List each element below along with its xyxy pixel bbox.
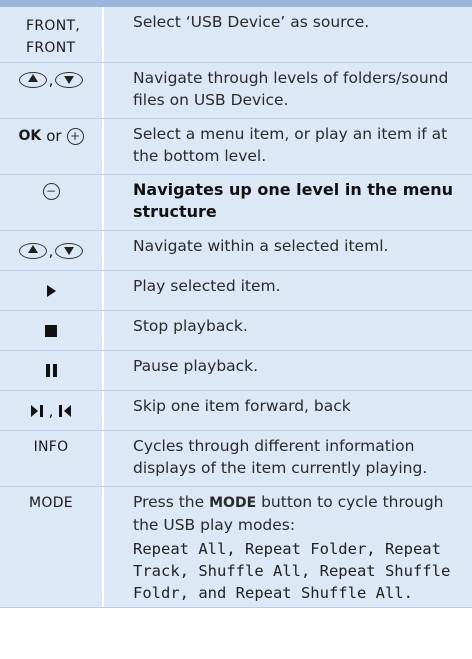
key-cell — [0, 271, 102, 310]
table-row: INFO Cycles through different informatio… — [0, 431, 472, 487]
usb-controls-table: FRONT, FRONT Select ‘USB Device’ as sour… — [0, 7, 472, 608]
up-down-keys: , — [18, 242, 84, 260]
table-row: , Skip one item forward, back — [0, 391, 472, 431]
description-cell: Select ‘USB Device’ as source. — [102, 7, 472, 62]
description-cell: Navigate through levels of folders/sound… — [102, 63, 472, 118]
play-icon — [46, 284, 56, 297]
mode-key-inline: MODE — [209, 495, 257, 511]
key-cell: OK or + — [0, 119, 102, 174]
down-arrow-icon — [55, 242, 84, 259]
key-cell: FRONT, FRONT — [0, 7, 102, 62]
description-cell: Cycles through different information dis… — [102, 431, 472, 486]
description-cell: Press the MODE button to cycle through t… — [102, 487, 472, 607]
table-row: , Navigate through levels of folders/sou… — [0, 63, 472, 119]
table-row: OK or + Select a menu item, or play an i… — [0, 119, 472, 175]
or-label: or — [46, 127, 62, 145]
table-row: FRONT, FRONT Select ‘USB Device’ as sour… — [0, 7, 472, 63]
description-cell: Navigate within a selected iteml. — [102, 231, 472, 270]
mode-key-label: MODE — [29, 495, 73, 511]
description-cell: Navigates up one level in the menu struc… — [102, 175, 472, 230]
header-strip — [0, 0, 472, 7]
skip-back-icon — [59, 404, 72, 417]
ok-keys: OK or + — [18, 127, 84, 145]
description-cell: Select a menu item, or play an item if a… — [102, 119, 472, 174]
pause-icon — [45, 364, 57, 377]
table-row: − Navigates up one level in the menu str… — [0, 175, 472, 231]
table-row: , Navigate within a selected iteml. — [0, 231, 472, 271]
down-arrow-icon — [55, 72, 84, 88]
up-arrow-icon — [18, 242, 47, 259]
table-row: MODE Press the MODE button to cycle thro… — [0, 487, 472, 608]
key-cell: , — [0, 63, 102, 118]
front-key-label: FRONT, FRONT — [26, 18, 81, 56]
key-cell — [0, 311, 102, 350]
table-row: Stop playback. — [0, 311, 472, 351]
stop-icon — [45, 324, 57, 337]
key-cell: , — [0, 231, 102, 270]
key-cell: − — [0, 175, 102, 230]
play-modes-list: Repeat All, Repeat Folder, Repeat Track,… — [133, 540, 451, 602]
skip-keys: , — [30, 402, 72, 420]
description-cell: Skip one item forward, back — [102, 391, 472, 430]
plus-circle-icon: + — [66, 127, 84, 145]
mode-desc-pre: Press the — [133, 493, 205, 511]
minus-circle-icon: − — [42, 183, 60, 200]
description-cell: Pause playback. — [102, 351, 472, 390]
table-row: Play selected item. — [0, 271, 472, 311]
table-row: Pause playback. — [0, 351, 472, 391]
up-down-keys: , — [18, 71, 84, 89]
key-cell — [0, 351, 102, 390]
up-arrow-icon — [18, 72, 47, 88]
description-cell: Play selected item. — [102, 271, 472, 310]
key-cell: INFO — [0, 431, 102, 486]
info-key-label: INFO — [33, 439, 69, 455]
key-cell: MODE — [0, 487, 102, 607]
key-cell: , — [0, 391, 102, 430]
description-cell: Stop playback. — [102, 311, 472, 350]
skip-forward-icon — [30, 404, 43, 417]
ok-key-label: OK — [18, 128, 42, 144]
